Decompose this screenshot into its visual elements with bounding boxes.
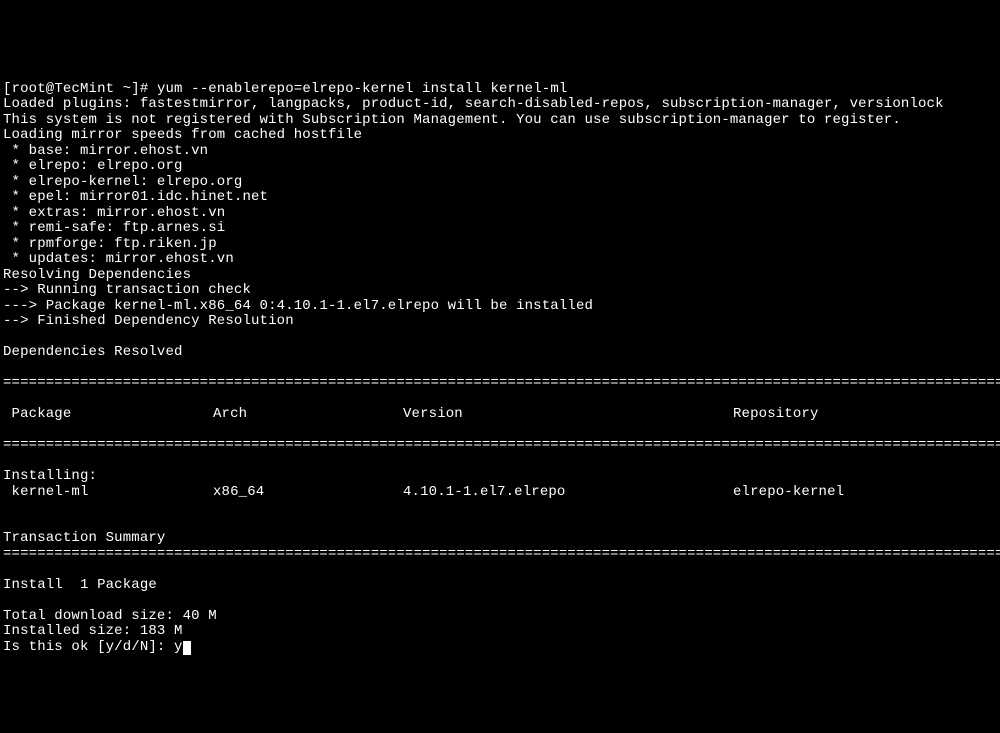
terminal-output: [root@TecMint ~]# yum --enablerepo=elrep… [3,66,997,655]
confirm-prompt[interactable]: Is this ok [y/d/N]: y [3,639,191,655]
divider-double: ========================================… [3,376,997,392]
mirror-line: * remi-safe: ftp.arnes.si [3,220,225,236]
header-repository: Repository [733,407,997,423]
registration-line: This system is not registered with Subsc… [3,112,901,128]
installing-label: Installing: [3,468,97,484]
mirror-line: * elrepo: elrepo.org [3,158,183,174]
bracket-open: [ [3,81,12,97]
deps-resolved-line: Dependencies Resolved [3,344,183,360]
transaction-check-line: --> Running transaction check [3,282,251,298]
installed-size-line: Installed size: 183 M [3,623,183,639]
package-install-line: ---> Package kernel-ml.x86_64 0:4.10.1-1… [3,298,593,314]
divider-double: ========================================… [3,438,997,454]
mirror-loading-line: Loading mirror speeds from cached hostfi… [3,127,362,143]
finished-line: --> Finished Dependency Resolution [3,313,294,329]
table-header: PackageArchVersionRepository [3,407,997,423]
mirror-line: * elrepo-kernel: elrepo.org [3,174,242,190]
command-text: yum --enablerepo=elrepo-kernel install k… [157,81,567,97]
header-version: Version [403,407,733,423]
mirror-line: * rpmforge: ftp.riken.jp [3,236,217,252]
table-row: kernel-mlx86_644.10.1-1.el7.elrepoelrepo… [3,485,997,501]
resolving-line: Resolving Dependencies [3,267,191,283]
mirror-line: * updates: mirror.ehost.vn [3,251,234,267]
cell-repository: elrepo-kernel [733,485,997,501]
header-package: Package [3,407,213,423]
cursor-icon [183,641,191,655]
mirror-line: * epel: mirror01.idc.hinet.net [3,189,268,205]
confirm-label: Is this ok [y/d/N]: [3,639,174,655]
mirror-line: * base: mirror.ehost.vn [3,143,208,159]
install-count-line: Install 1 Package [3,577,157,593]
header-arch: Arch [213,407,403,423]
download-size-line: Total download size: 40 M [3,608,217,624]
cell-package: kernel-ml [3,485,213,501]
cell-version: 4.10.1-1.el7.elrepo [403,485,733,501]
plugins-line: Loaded plugins: fastestmirror, langpacks… [3,96,944,112]
transaction-summary-label: Transaction Summary [3,530,165,546]
confirm-input: y [174,639,183,655]
prompt-path: ~ [114,81,131,97]
cell-arch: x86_64 [213,485,403,501]
mirror-line: * extras: mirror.ehost.vn [3,205,225,221]
divider-double: ========================================… [3,547,997,563]
shell-prompt[interactable]: [root@TecMint ~]# yum --enablerepo=elrep… [3,81,567,97]
user-host: root@TecMint [12,81,115,97]
bracket-close: ]# [131,81,157,97]
